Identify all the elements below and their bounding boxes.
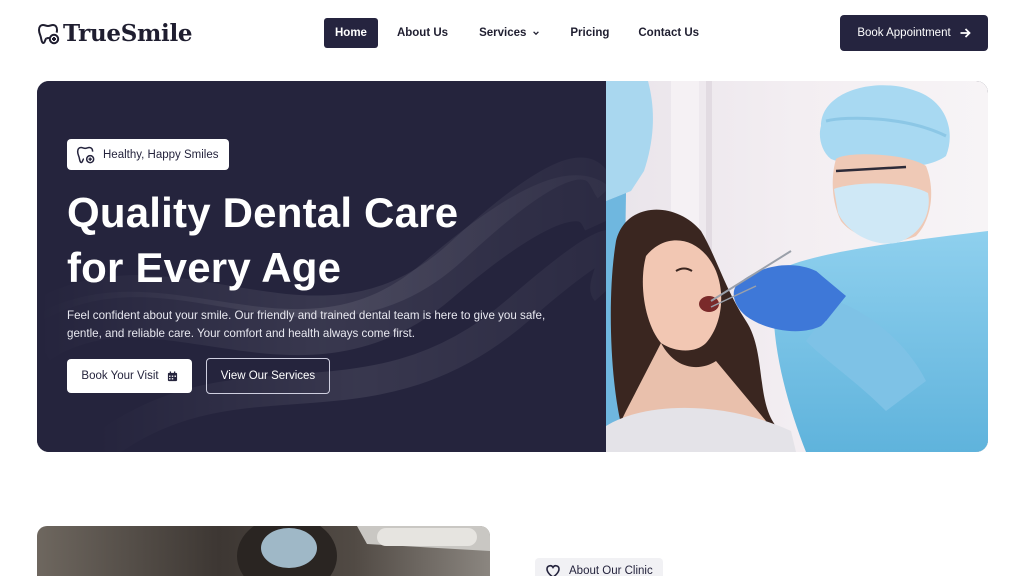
view-our-services-button[interactable]: View Our Services bbox=[206, 358, 330, 394]
nav-about-us[interactable]: About Us bbox=[386, 18, 459, 48]
nav-pricing[interactable]: Pricing bbox=[559, 18, 620, 48]
hero-title: Quality Dental Care for Every Age bbox=[67, 185, 567, 295]
arrow-right-icon bbox=[960, 28, 971, 38]
clinic-photo bbox=[37, 526, 490, 576]
nav-contact-us[interactable]: Contact Us bbox=[627, 18, 710, 48]
main-nav: Home About Us Services Pricing Contact U… bbox=[324, 18, 710, 48]
hero-content-panel: Healthy, Happy Smiles Quality Dental Car… bbox=[37, 81, 606, 452]
about-badge-label: About Our Clinic bbox=[569, 565, 653, 576]
hero-section: Healthy, Happy Smiles Quality Dental Car… bbox=[37, 81, 988, 452]
hero-image bbox=[606, 81, 988, 452]
book-appointment-label: Book Appointment bbox=[857, 27, 951, 39]
book-your-visit-label: Book Your Visit bbox=[81, 370, 159, 382]
hero-badge-label: Healthy, Happy Smiles bbox=[103, 148, 219, 161]
hero-description: Feel confident about your smile. Our fri… bbox=[67, 309, 546, 340]
hero-badge: Healthy, Happy Smiles bbox=[67, 139, 230, 170]
nav-home[interactable]: Home bbox=[324, 18, 378, 48]
calendar-icon bbox=[167, 370, 177, 381]
nav-services-label: Services bbox=[479, 27, 527, 39]
brand-name: TrueSmile bbox=[63, 20, 193, 47]
tooth-plus-icon bbox=[76, 146, 95, 163]
tooth-logo-icon bbox=[37, 23, 60, 44]
nav-services[interactable]: Services bbox=[468, 18, 551, 48]
dentist-patient-photo bbox=[606, 81, 988, 452]
about-badge: About Our Clinic bbox=[535, 558, 663, 576]
book-your-visit-button[interactable]: Book Your Visit bbox=[67, 359, 192, 393]
heart-icon bbox=[546, 565, 560, 576]
book-appointment-button[interactable]: Book Appointment bbox=[840, 15, 988, 51]
about-clinic-image bbox=[37, 526, 490, 576]
hero-title-line-2: for Every Age bbox=[67, 244, 342, 291]
hero-title-line-1: Quality Dental Care bbox=[67, 189, 459, 236]
logo[interactable]: TrueSmile bbox=[37, 20, 193, 47]
site-header: TrueSmile Home About Us Services Pricing… bbox=[0, 0, 1024, 66]
chevron-down-icon bbox=[533, 31, 540, 36]
